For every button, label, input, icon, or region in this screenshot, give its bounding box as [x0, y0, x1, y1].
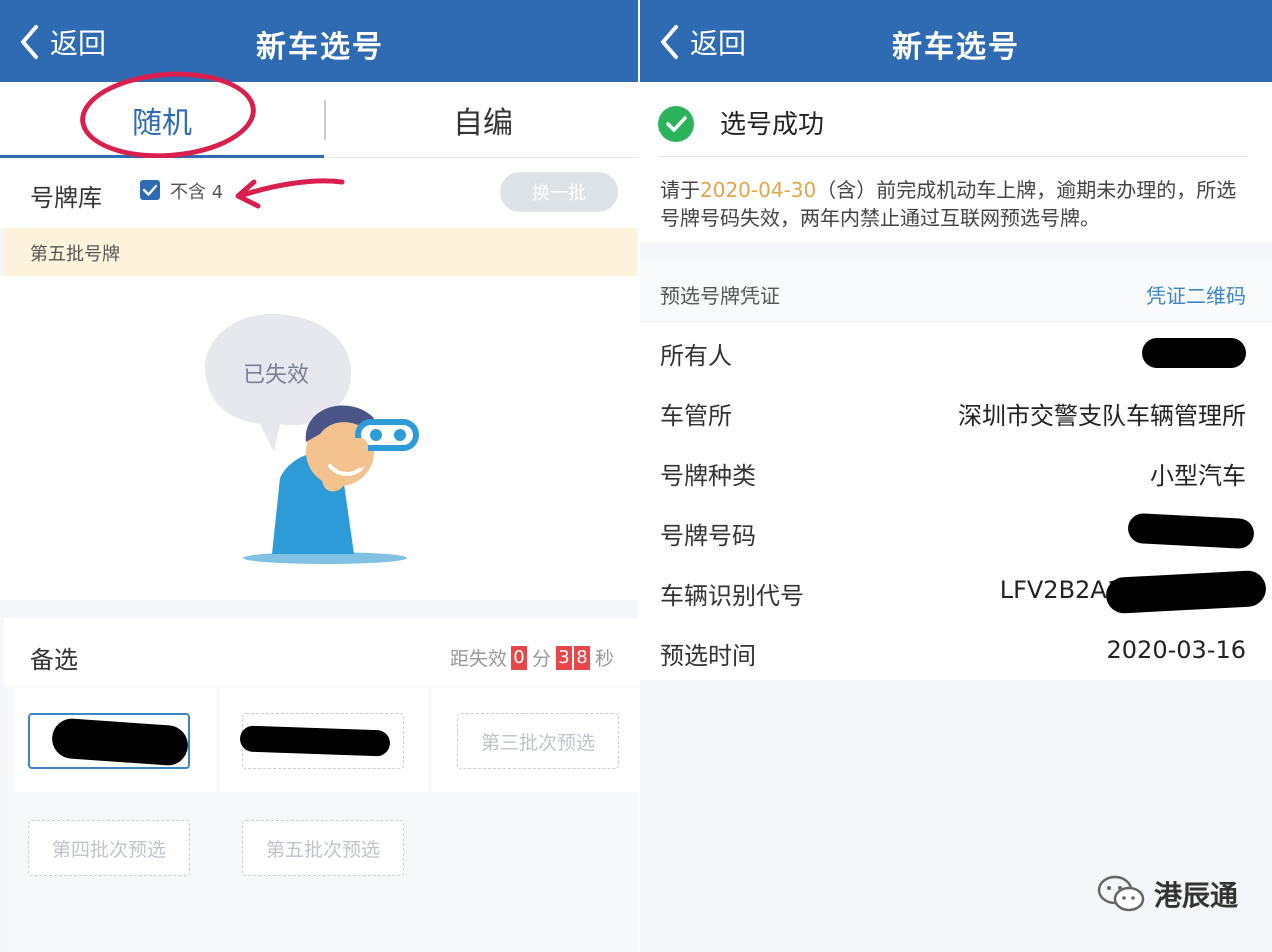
watermark: 港辰通 [1096, 874, 1238, 914]
countdown-seconds-tens: 3 [555, 645, 572, 670]
preselect-time-row: 预选时间 2020-03-16 [640, 622, 1272, 682]
row-key: 车辆识别代号 [660, 582, 804, 610]
right-screen: 返回 新车选号 选号成功 请于2020-04-30（含）前完成机动车上牌，逾期未… [640, 0, 1272, 952]
divider [658, 156, 1248, 157]
backup-slot-3[interactable]: 第三批次预选 [457, 713, 619, 769]
row-key: 预选时间 [660, 642, 756, 670]
row-value: 小型汽车 [1150, 462, 1246, 490]
page-title: 新车选号 [256, 30, 384, 65]
qr-code-link[interactable]: 凭证二维码 [1146, 280, 1246, 309]
swap-batch-button[interactable]: 换一批 [500, 172, 618, 212]
expired-illustration-area: 已失效 [0, 276, 640, 600]
row-value: LFV2B2A1 [999, 576, 1122, 604]
expired-illustration: 已失效 [204, 313, 419, 564]
check-circle-icon [658, 106, 694, 142]
backup-slot-4[interactable]: 第四批次预选 [28, 820, 190, 876]
page-title: 新车选号 [892, 30, 1020, 65]
row-value: 2020-03-16 [1106, 636, 1246, 664]
backup-slot-5[interactable]: 第五批次预选 [242, 820, 404, 876]
deadline-date: 2020-04-30 [700, 178, 817, 202]
row-key: 号牌号码 [660, 522, 756, 550]
exclude-four-checkbox[interactable] [140, 180, 160, 200]
expiry-countdown: 距失效 0 分 3 8 秒 [450, 644, 618, 671]
nav-bar: 返回 新车选号 [640, 0, 1272, 82]
checkmark-icon [142, 184, 158, 196]
row-key: 所有人 [660, 342, 732, 370]
batch-banner-text: 第五批号牌 [30, 244, 120, 265]
left-screen: 返回 新车选号 随机 自编 号牌库 不含 4 换一批 第五批号牌 已失效 备选 … [0, 0, 640, 952]
registration-notice: 请于2020-04-30（含）前完成机动车上牌，逾期未办理的，所选号牌号码失效，… [660, 176, 1250, 232]
wechat-icon [1097, 875, 1145, 912]
row-key: 车管所 [660, 402, 732, 430]
certificate-header: 预选号牌凭证 凭证二维码 [640, 262, 1272, 322]
certificate-card: 预选号牌凭证 凭证二维码 所有人 车管所 深圳市交警支队车辆管理所 号牌种类 小… [640, 262, 1272, 680]
backup-title: 备选 [30, 646, 78, 674]
exclude-four-label: 不含 4 [170, 182, 224, 203]
watermark-text: 港辰通 [1153, 879, 1238, 912]
countdown-minute-unit: 分 [531, 648, 551, 670]
success-text: 选号成功 [720, 110, 825, 140]
certificate-title: 预选号牌凭证 [660, 284, 780, 308]
redaction-mark [239, 725, 391, 757]
notice-prefix: 请于 [660, 178, 700, 202]
expired-bubble-text: 已失效 [243, 363, 309, 388]
batch-banner: 第五批号牌 [4, 228, 640, 276]
tab-custom[interactable]: 自编 [326, 82, 640, 158]
tab-bar: 随机 自编 [0, 82, 640, 159]
tab-random[interactable]: 随机 [0, 82, 324, 159]
row-key: 号牌种类 [660, 462, 756, 490]
plate-type-row: 号牌种类 小型汽车 [640, 442, 1272, 502]
countdown-prefix: 距失效 [449, 648, 507, 670]
nav-bar: 返回 新车选号 [0, 0, 640, 82]
row-value: 深圳市交警支队车辆管理所 [958, 402, 1246, 430]
plate-pool-label: 号牌库 [30, 184, 102, 212]
countdown-seconds-ones: 8 [573, 645, 590, 670]
countdown-minutes: 0 [510, 645, 527, 670]
redaction-mark [1142, 338, 1246, 368]
countdown-second-unit: 秒 [594, 648, 614, 670]
vehicle-office-row: 车管所 深圳市交警支队车辆管理所 [640, 382, 1272, 442]
success-card: 选号成功 请于2020-04-30（含）前完成机动车上牌，逾期未办理的，所选号牌… [640, 82, 1272, 242]
